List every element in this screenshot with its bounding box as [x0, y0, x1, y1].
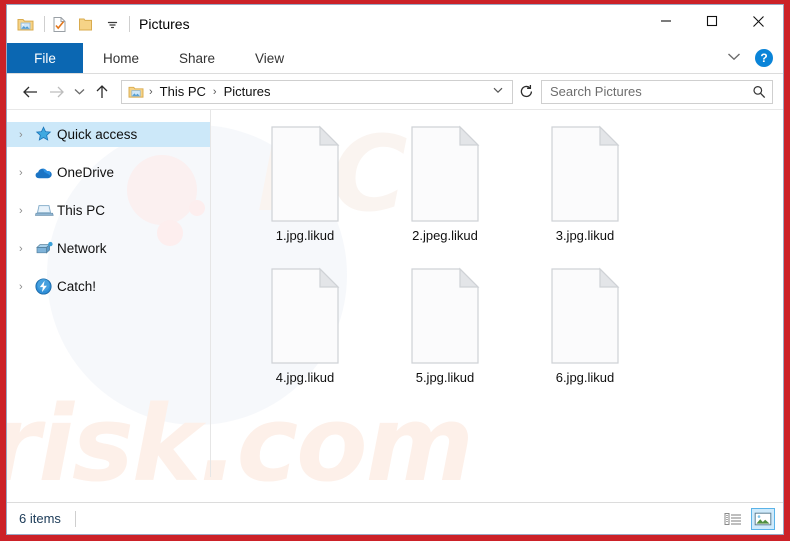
ribbon-right-controls: ? — [727, 43, 783, 73]
breadcrumb-separator: › — [149, 85, 153, 98]
blank-document-icon — [546, 124, 624, 224]
breadcrumb[interactable]: › This PC › Pictures — [121, 79, 513, 104]
lightning-icon — [35, 278, 57, 295]
file-grid: 1.jpg.likud 2.jpeg.likud 3.jpg.likud 4.j… — [235, 124, 783, 408]
network-icon — [35, 241, 57, 256]
tab-file[interactable]: File — [7, 43, 83, 73]
sidebar-item-catch[interactable]: › Catch! — [7, 274, 210, 299]
refresh-button[interactable] — [515, 80, 537, 104]
details-view-button[interactable] — [721, 508, 745, 530]
title-bar: Pictures — [7, 5, 783, 43]
navigation-pane: › Quick access › OneDrive › This PC › Ne… — [7, 110, 211, 477]
pictures-folder-icon[interactable] — [17, 17, 34, 32]
file-item[interactable]: 2.jpeg.likud — [375, 124, 515, 266]
ribbon-collapse-icon[interactable] — [727, 49, 741, 67]
blank-document-icon — [406, 124, 484, 224]
file-item[interactable]: 5.jpg.likud — [375, 266, 515, 408]
file-name: 2.jpeg.likud — [412, 228, 478, 243]
file-item[interactable]: 6.jpg.likud — [515, 266, 655, 408]
chevron-right-icon[interactable]: › — [19, 205, 35, 217]
blank-document-icon — [406, 266, 484, 366]
file-name: 1.jpg.likud — [275, 228, 335, 243]
file-name: 4.jpg.likud — [275, 370, 335, 385]
search-icon[interactable] — [752, 85, 766, 99]
file-name: 5.jpg.likud — [415, 370, 475, 385]
status-bar: 6 items — [7, 502, 783, 534]
sidebar-item-network[interactable]: › Network — [7, 236, 210, 261]
sidebar-label: This PC — [57, 203, 106, 218]
sidebar-item-onedrive[interactable]: › OneDrive — [7, 160, 210, 185]
status-divider — [74, 510, 76, 527]
back-button[interactable] — [17, 79, 43, 105]
search-placeholder: Search Pictures — [550, 84, 642, 99]
blank-document-icon — [546, 266, 624, 366]
tab-home[interactable]: Home — [83, 43, 159, 73]
help-button[interactable]: ? — [755, 49, 773, 67]
sidebar-item-quick-access[interactable]: › Quick access — [7, 122, 210, 147]
breadcrumb-dropdown-icon[interactable] — [488, 86, 508, 97]
blank-document-icon — [266, 124, 344, 224]
minimize-button[interactable] — [643, 5, 689, 37]
address-bar: › This PC › Pictures Search Pictures — [7, 74, 783, 110]
window-controls — [643, 5, 783, 43]
file-item[interactable]: 4.jpg.likud — [235, 266, 375, 408]
main-body: › Quick access › OneDrive › This PC › Ne… — [7, 110, 783, 477]
sidebar-label: Catch! — [57, 279, 97, 294]
search-input[interactable]: Search Pictures — [541, 79, 773, 104]
tab-view[interactable]: View — [235, 43, 304, 73]
toolbar-divider — [44, 16, 45, 32]
file-name: 6.jpg.likud — [555, 370, 615, 385]
star-icon — [35, 126, 57, 143]
computer-icon — [35, 203, 57, 218]
chevron-right-icon[interactable]: › — [19, 281, 35, 293]
breadcrumb-item-this-pc[interactable]: This PC — [158, 84, 208, 99]
forward-button[interactable] — [43, 79, 69, 105]
item-count-label: 6 items — [19, 511, 61, 526]
cloud-icon — [35, 166, 57, 180]
customize-qat-dropdown-icon[interactable] — [106, 18, 119, 31]
file-list-pane[interactable]: 1.jpg.likud 2.jpeg.likud 3.jpg.likud 4.j… — [211, 110, 783, 477]
up-button[interactable] — [89, 79, 115, 105]
chevron-right-icon[interactable]: › — [19, 167, 35, 179]
ransomware-red-border: PC risk.com — [0, 0, 790, 541]
file-item[interactable]: 1.jpg.likud — [235, 124, 375, 266]
breadcrumb-folder-icon — [128, 85, 144, 99]
close-button[interactable] — [735, 5, 781, 37]
sidebar-item-this-pc[interactable]: › This PC — [7, 198, 210, 223]
window-title: Pictures — [139, 16, 190, 32]
ribbon-tab-bar: File Home Share View ? — [7, 43, 783, 74]
file-name: 3.jpg.likud — [555, 228, 615, 243]
maximize-button[interactable] — [689, 5, 735, 37]
new-folder-icon[interactable] — [78, 17, 93, 32]
large-icons-view-button[interactable] — [751, 507, 775, 530]
recent-locations-button[interactable] — [69, 79, 89, 105]
properties-icon[interactable] — [52, 16, 67, 33]
title-divider — [129, 16, 130, 32]
breadcrumb-separator: › — [212, 85, 217, 98]
sidebar-label: OneDrive — [57, 165, 115, 180]
tab-share[interactable]: Share — [159, 43, 235, 73]
chevron-right-icon[interactable]: › — [19, 129, 35, 141]
chevron-right-icon[interactable]: › — [19, 243, 35, 255]
view-mode-buttons — [721, 507, 775, 530]
file-item[interactable]: 3.jpg.likud — [515, 124, 655, 266]
breadcrumb-item-pictures[interactable]: Pictures — [222, 84, 273, 99]
blank-document-icon — [266, 266, 344, 366]
sidebar-label: Quick access — [57, 127, 138, 142]
file-explorer-window: PC risk.com — [6, 4, 784, 535]
sidebar-label: Network — [57, 241, 107, 256]
